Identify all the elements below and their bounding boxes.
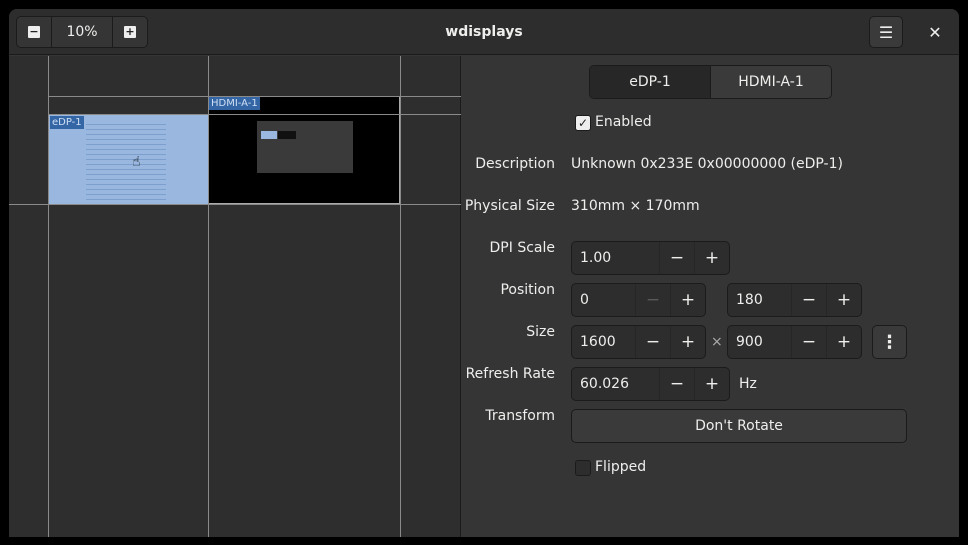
increment-button[interactable]: + <box>694 242 729 274</box>
flipped-checkbox[interactable] <box>575 460 591 476</box>
zoom-control: − 10% + <box>16 16 148 48</box>
monitor-edp-1[interactable]: eDP-1 ☝ <box>48 114 208 204</box>
enabled-label: Enabled <box>595 114 652 130</box>
window-title: wdisplays <box>445 24 523 40</box>
guide-line <box>9 204 461 205</box>
position-y-spinner: 180 − + <box>727 283 862 317</box>
position-label: Position <box>500 282 555 298</box>
description-value: Unknown 0x233E 0x00000000 (eDP-1) <box>571 156 843 172</box>
decrement-button[interactable]: − <box>635 284 670 316</box>
transform-dropdown[interactable]: Don't Rotate <box>571 409 907 443</box>
height-spinner: 900 − + <box>727 325 862 359</box>
close-icon: ✕ <box>928 22 942 42</box>
close-button[interactable]: ✕ <box>919 16 951 48</box>
height-input[interactable]: 900 <box>728 334 791 350</box>
screen-preview <box>86 120 166 202</box>
width-spinner: 1600 − + <box>571 325 706 359</box>
plus-icon: + <box>124 25 136 38</box>
increment-button[interactable]: + <box>694 368 729 400</box>
size-label: Size <box>526 324 555 340</box>
minus-icon: − <box>28 25 40 38</box>
dpi-scale-label: DPI Scale <box>489 240 555 256</box>
guide-line <box>208 56 209 537</box>
physical-size-label: Physical Size <box>464 198 555 214</box>
screen-preview <box>257 121 353 173</box>
dpi-scale-input[interactable]: 1.00 <box>572 250 659 266</box>
decrement-button[interactable]: − <box>635 326 670 358</box>
refresh-rate-input[interactable]: 60.026 <box>572 376 659 392</box>
guide-line <box>48 56 49 537</box>
menu-button[interactable]: ☰ <box>869 16 903 48</box>
enabled-checkbox[interactable]: ✓ <box>575 115 591 131</box>
flipped-label: Flipped <box>595 459 647 475</box>
guide-line <box>400 56 401 537</box>
increment-button[interactable]: + <box>670 284 705 316</box>
tab-hdmi-a-1[interactable]: HDMI-A-1 <box>710 66 831 98</box>
refresh-rate-label: Refresh Rate <box>465 366 555 382</box>
physical-size-value: 310mm × 170mm <box>571 198 700 214</box>
window: wdisplays − 10% + ☰ ✕ eDP-1 ☝ HDMI-A-1 e… <box>9 9 959 537</box>
position-x-spinner: 0 − + <box>571 283 706 317</box>
display-canvas[interactable]: eDP-1 ☝ HDMI-A-1 <box>9 56 461 537</box>
refresh-rate-spinner: 60.026 − + <box>571 367 730 401</box>
guide-line <box>48 114 461 115</box>
width-input[interactable]: 1600 <box>572 334 635 350</box>
output-tabs: eDP-1 HDMI-A-1 <box>589 65 832 99</box>
monitor-label: HDMI-A-1 <box>209 97 260 110</box>
hand-cursor-icon: ☝ <box>132 154 141 170</box>
hamburger-icon: ☰ <box>878 22 894 42</box>
description-label: Description <box>475 156 555 172</box>
settings-panel: eDP-1 HDMI-A-1 ✓ Enabled Description Unk… <box>462 56 959 537</box>
decrement-button[interactable]: − <box>659 242 694 274</box>
monitor-hdmi-a-1[interactable]: HDMI-A-1 <box>208 96 400 204</box>
more-vertical-icon: ⋮ <box>880 331 899 353</box>
decrement-button[interactable]: − <box>791 284 826 316</box>
position-y-input[interactable]: 180 <box>728 292 791 308</box>
header-bar: wdisplays − 10% + ☰ ✕ <box>9 9 959 55</box>
zoom-out-button[interactable]: − <box>17 17 51 47</box>
increment-button[interactable]: + <box>826 326 861 358</box>
monitor-label: eDP-1 <box>50 116 84 129</box>
decrement-button[interactable]: − <box>659 368 694 400</box>
guide-line <box>48 96 461 97</box>
mode-menu-button[interactable]: ⋮ <box>872 325 907 359</box>
increment-button[interactable]: + <box>670 326 705 358</box>
zoom-in-button[interactable]: + <box>113 17 147 47</box>
tab-edp-1[interactable]: eDP-1 <box>590 66 710 98</box>
size-separator: × <box>711 334 723 350</box>
position-x-input[interactable]: 0 <box>572 292 635 308</box>
zoom-level: 10% <box>51 17 113 47</box>
dpi-scale-spinner: 1.00 − + <box>571 241 730 275</box>
increment-button[interactable]: + <box>826 284 861 316</box>
refresh-rate-unit: Hz <box>739 376 757 392</box>
transform-label: Transform <box>485 408 555 424</box>
decrement-button[interactable]: − <box>791 326 826 358</box>
